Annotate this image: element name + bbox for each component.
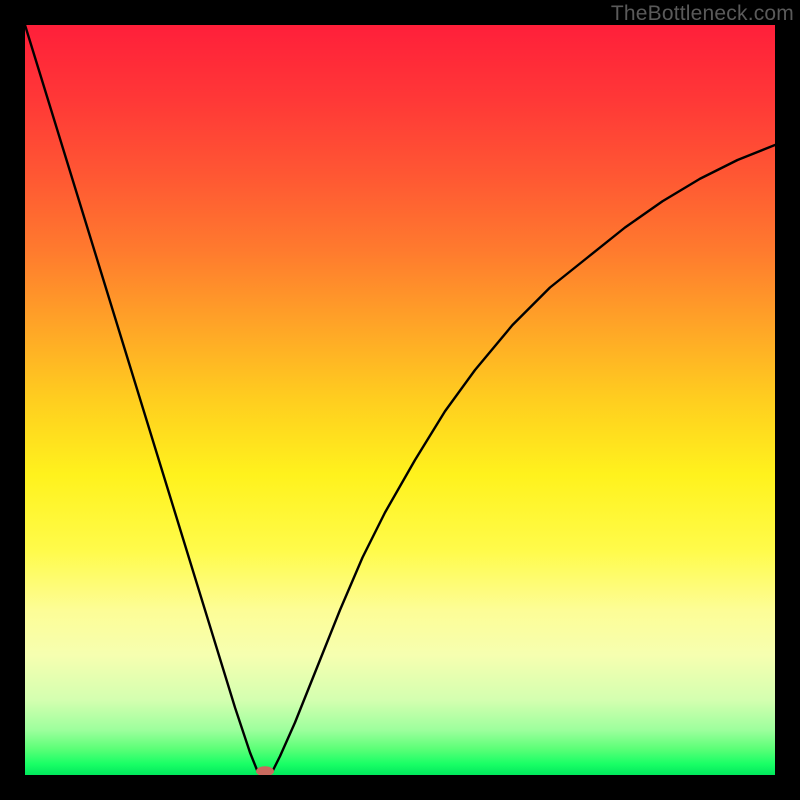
bottleneck-curve-chart	[25, 25, 775, 775]
plot-area	[25, 25, 775, 775]
gradient-background	[25, 25, 775, 775]
chart-frame: TheBottleneck.com	[0, 0, 800, 800]
watermark-text: TheBottleneck.com	[611, 2, 794, 26]
